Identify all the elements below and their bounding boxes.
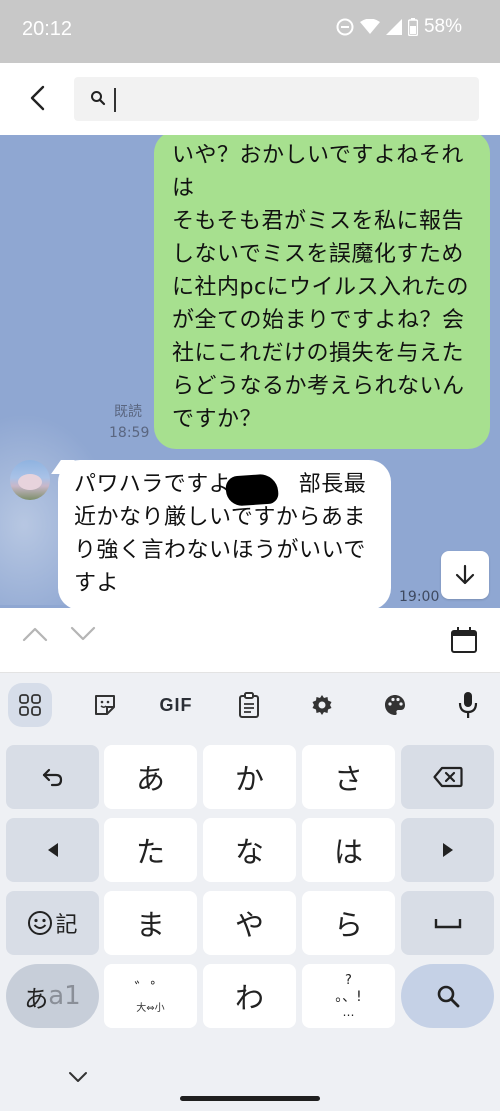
- ellipsis-label: …: [342, 1005, 355, 1019]
- battery-percent: 58%: [423, 16, 462, 37]
- key-ka[interactable]: か: [203, 745, 296, 809]
- sticker-button[interactable]: [83, 683, 127, 727]
- search-header: [0, 63, 500, 135]
- gif-label: GIF: [159, 694, 193, 715]
- key-a[interactable]: あ: [104, 745, 197, 809]
- backspace-key[interactable]: [401, 745, 494, 809]
- search-navigation-bar: [0, 608, 500, 673]
- calendar-icon[interactable]: [450, 626, 478, 658]
- incoming-message-time: 19:00: [399, 589, 440, 605]
- key-wa[interactable]: わ: [203, 964, 296, 1028]
- battery-icon: [407, 18, 418, 36]
- key-ya[interactable]: や: [203, 891, 296, 955]
- cursor-left-key[interactable]: [6, 818, 99, 882]
- key-na[interactable]: な: [203, 818, 296, 882]
- theme-button[interactable]: [373, 683, 417, 727]
- redaction-mark: [225, 473, 279, 507]
- sticker-icon: [95, 695, 115, 715]
- key-ta[interactable]: た: [104, 818, 197, 882]
- emoji-symbol-key[interactable]: 記: [6, 891, 99, 955]
- search-key[interactable]: [401, 964, 494, 1028]
- hide-keyboard-chevron-down-icon[interactable]: [68, 1068, 88, 1087]
- undo-icon: [42, 768, 62, 787]
- wifi-icon: [359, 19, 380, 35]
- search-box[interactable]: [74, 77, 479, 121]
- scroll-to-bottom-button[interactable]: [441, 551, 489, 599]
- mode-alnum-label: a1: [48, 981, 81, 1011]
- settings-button[interactable]: [300, 683, 344, 727]
- previous-result-chevron-up-icon[interactable]: [22, 626, 48, 646]
- clipboard-button[interactable]: [227, 683, 271, 727]
- smiley-icon: [28, 911, 53, 935]
- palette-icon: [385, 695, 405, 715]
- keyboard-toolbar: GIF: [0, 673, 500, 737]
- undo-key[interactable]: [6, 745, 99, 809]
- status-time: 20:12: [22, 18, 73, 40]
- left-triangle-icon: [47, 843, 58, 857]
- backspace-icon: [432, 766, 463, 788]
- dakuten-label: ゛゜: [134, 978, 167, 998]
- microphone-icon: [458, 692, 478, 718]
- cursor-right-key[interactable]: [401, 818, 494, 882]
- question-label: ?: [345, 973, 352, 988]
- key-ma[interactable]: ま: [104, 891, 197, 955]
- gif-button[interactable]: GIF: [154, 683, 198, 727]
- status-icons: 58%: [336, 16, 462, 38]
- back-button[interactable]: [20, 81, 54, 115]
- home-indicator[interactable]: [180, 1096, 320, 1101]
- clipboard-icon: [239, 692, 259, 718]
- outgoing-message-time: 18:59: [109, 425, 150, 441]
- key-ha[interactable]: は: [302, 818, 395, 882]
- right-triangle-icon: [442, 843, 453, 857]
- back-arrow-icon: [30, 85, 45, 111]
- read-receipt: 既読: [114, 404, 142, 420]
- contact-avatar[interactable]: [10, 460, 50, 500]
- symbol-label: 記: [55, 913, 78, 938]
- gear-icon: [312, 695, 332, 715]
- input-mode-key[interactable]: あ a1: [6, 964, 99, 1028]
- text-cursor: [114, 88, 116, 112]
- voice-input-button[interactable]: [446, 683, 490, 727]
- apps-grid-button[interactable]: [8, 683, 52, 727]
- navigation-bar: [0, 1040, 500, 1111]
- do-not-disturb-icon: [336, 18, 354, 36]
- space-icon: [434, 919, 461, 929]
- next-result-chevron-down-icon[interactable]: [70, 626, 96, 646]
- key-sa[interactable]: さ: [302, 745, 395, 809]
- search-input[interactable]: [114, 85, 464, 113]
- grid-icon: [19, 694, 41, 716]
- search-icon: [437, 985, 459, 1008]
- modifier-key[interactable]: ゛゜ 大⇔小: [104, 964, 197, 1028]
- chat-area[interactable]: いや？おかしいですよねそれは そもそも君がミスを私に報告しないでミスを誤魔化すた…: [0, 135, 500, 608]
- arrow-down-icon: [455, 564, 475, 585]
- space-key[interactable]: [401, 891, 494, 955]
- cellular-signal-icon: [385, 19, 402, 35]
- incoming-message-bubble[interactable]: パワハラですよ 部長最近かなり厳しいですからあまり強く言わないほうがいいですよ: [58, 460, 391, 608]
- size-toggle-label: 大⇔小: [136, 1002, 165, 1014]
- mode-kana-label: あ: [24, 984, 49, 1013]
- outgoing-message-bubble[interactable]: いや？おかしいですよねそれは そもそも君がミスを私に報告しないでミスを誤魔化すた…: [154, 135, 490, 449]
- search-icon: [90, 90, 106, 110]
- punctuation-key[interactable]: ? 。、! …: [302, 964, 395, 1028]
- avatar-image: [18, 474, 42, 490]
- status-bar: 20:12 58%: [0, 0, 500, 63]
- key-ra[interactable]: ら: [302, 891, 395, 955]
- punctuation-label: 。、!: [335, 989, 362, 1005]
